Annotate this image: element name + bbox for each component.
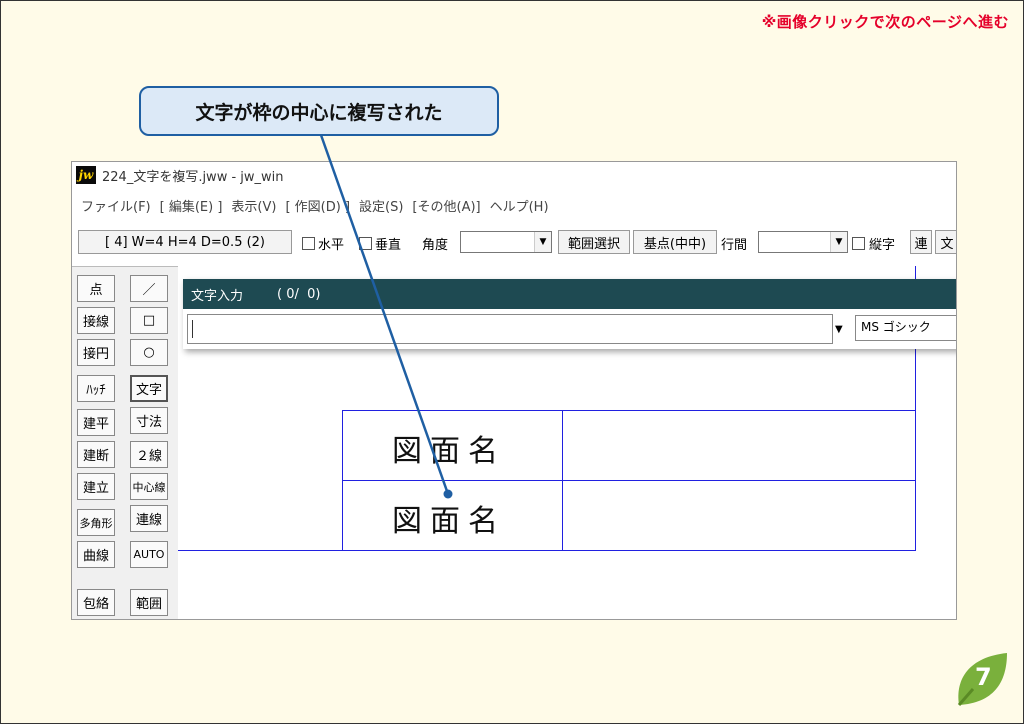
text-input-field[interactable]: [187, 314, 833, 344]
tool-tangent-line[interactable]: 接線: [77, 307, 115, 334]
tool-hatch[interactable]: ﾊｯﾁ: [77, 375, 115, 402]
next-page-hint[interactable]: ※画像クリックで次のページへ進む: [762, 11, 1009, 32]
tool-centerline[interactable]: 中心線: [130, 473, 168, 500]
vertical-text-label: 縦字: [869, 238, 896, 253]
text-size-button[interactable]: [ 4] W=4 H=4 D=0.5 (2): [78, 230, 292, 254]
window-title: 224_文字を複写.jww - jw_win: [102, 169, 284, 185]
text-caret: [192, 320, 193, 338]
menu-help[interactable]: ヘルプ(H): [490, 196, 549, 218]
tool-tangent-circle[interactable]: 接円: [77, 339, 115, 366]
slide[interactable]: ※画像クリックで次のページへ進む 文字が枠の中心に複写された jw 224_文字…: [0, 0, 1024, 724]
page-number: 7: [975, 663, 992, 691]
menu-settings[interactable]: 設定(S): [359, 196, 403, 218]
chevron-down-icon[interactable]: ▼: [830, 232, 847, 252]
vertical-label: 垂直: [375, 238, 402, 253]
tool-palette: 点 接線 接円 ﾊｯﾁ 建平 建断 建立 多角形 曲線 包絡 ／ □ ○ 文字 …: [72, 266, 178, 619]
chevron-down-icon[interactable]: ▼: [534, 232, 551, 252]
font-select[interactable]: MS ゴシック: [855, 315, 956, 341]
menu-bar: ファイル(F) [ 編集(E) ] 表示(V) [ 作図(D) ] 設定(S) …: [72, 196, 549, 218]
bun-button[interactable]: 文: [935, 230, 956, 254]
tool-auto[interactable]: AUTO: [130, 541, 168, 568]
tool-range[interactable]: 範囲: [130, 589, 168, 616]
tool-curve[interactable]: 曲線: [77, 541, 115, 568]
horizontal-label: 水平: [318, 238, 345, 253]
callout-text: 文字が枠の中心に複写された: [195, 101, 443, 124]
range-select-button[interactable]: 範囲選択: [558, 230, 630, 254]
base-point-button[interactable]: 基点(中中): [633, 230, 717, 254]
dialog-counter: ( 0/ 0): [277, 286, 321, 302]
ren-button[interactable]: 連: [910, 230, 932, 254]
text-input-dialog: 文字入力 ( 0/ 0) ▼ MS ゴシック: [183, 279, 956, 349]
menu-draw[interactable]: [ 作図(D) ]: [285, 196, 350, 218]
line-spacing-label: 行間: [721, 238, 748, 253]
horizontal-checkbox[interactable]: [302, 237, 315, 250]
drawing-line: [178, 550, 342, 551]
tool-section[interactable]: 建断: [77, 441, 115, 468]
menu-view[interactable]: 表示(V): [231, 196, 276, 218]
vertical-checkbox[interactable]: [359, 237, 372, 250]
angle-label: 角度: [422, 238, 449, 253]
tool-continuous-line[interactable]: 連線: [130, 505, 168, 532]
app-screenshot: jw 224_文字を複写.jww - jw_win ファイル(F) [ 編集(E…: [71, 161, 957, 620]
title-bar: jw 224_文字を複写.jww - jw_win: [72, 162, 956, 188]
table-border: [342, 550, 916, 551]
dialog-title: 文字入力: [191, 288, 244, 304]
tool-point[interactable]: 点: [77, 275, 115, 302]
tool-rectangle[interactable]: □: [130, 307, 168, 334]
tool-plan[interactable]: 建平: [77, 409, 115, 436]
table-border: [562, 410, 563, 551]
table-border: [342, 410, 916, 411]
cell-text-original: 図面名: [392, 434, 506, 469]
jw-app-icon: jw: [76, 166, 96, 184]
tool-double-line[interactable]: ２線: [130, 441, 168, 468]
table-border: [342, 410, 343, 551]
tool-elevation[interactable]: 建立: [77, 473, 115, 500]
tool-line[interactable]: ／: [130, 275, 168, 302]
menu-other[interactable]: [その他(A)]: [412, 196, 480, 218]
menu-file[interactable]: ファイル(F): [81, 196, 151, 218]
text-toolbar: [ 4] W=4 H=4 D=0.5 (2) 水平 垂直 角度 ▼ 範囲選択 基…: [72, 227, 956, 257]
cell-text-copied: 図面名: [392, 504, 506, 539]
tool-circle[interactable]: ○: [130, 339, 168, 366]
vertical-text-checkbox[interactable]: [852, 237, 865, 250]
callout-box: 文字が枠の中心に複写された: [139, 86, 499, 136]
chevron-down-icon[interactable]: ▼: [835, 324, 843, 335]
tool-polygon[interactable]: 多角形: [77, 509, 115, 536]
table-border: [342, 480, 916, 481]
menu-edit[interactable]: [ 編集(E) ]: [160, 196, 223, 218]
tool-dimension[interactable]: 寸法: [130, 407, 168, 434]
tool-text[interactable]: 文字: [130, 375, 168, 402]
dialog-title-bar: 文字入力 ( 0/ 0): [183, 279, 956, 309]
angle-combo[interactable]: ▼: [460, 231, 552, 253]
tool-envelope[interactable]: 包絡: [77, 589, 115, 616]
line-spacing-combo[interactable]: ▼: [758, 231, 848, 253]
page-number-badge[interactable]: 7: [951, 649, 1011, 709]
